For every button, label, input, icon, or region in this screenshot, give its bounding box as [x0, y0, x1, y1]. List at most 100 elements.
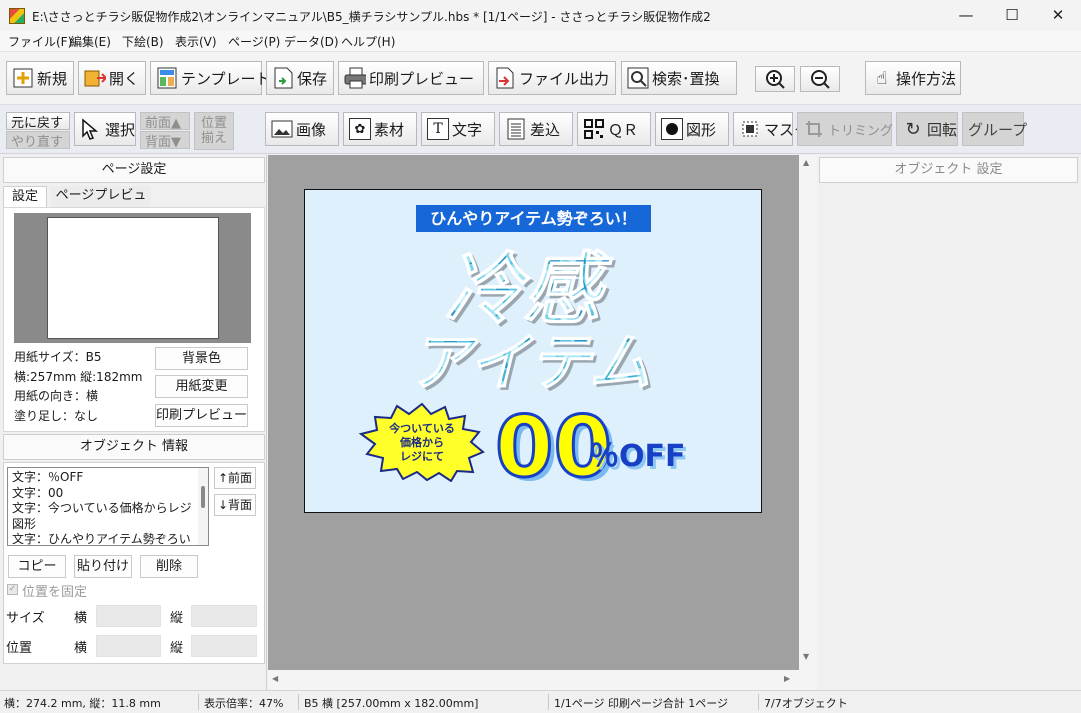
percent-off-text: ％OFF	[589, 439, 686, 474]
search-replace-button[interactable]: 検索･置換	[621, 61, 737, 95]
banner-text[interactable]: ひんやりアイテム勢ぞろい！	[416, 205, 651, 232]
material-label: 素材	[374, 120, 405, 139]
print-preview-button[interactable]: 印刷プレビュー	[338, 61, 484, 95]
object-back-button[interactable]: ↓背面	[214, 494, 256, 516]
hand-pointer-icon: ☝	[876, 67, 888, 89]
trim-button[interactable]: トリミング	[797, 112, 894, 146]
scroll-down-icon[interactable]: ▼	[803, 652, 809, 661]
menu-sketch[interactable]: 下絵(B)	[122, 33, 164, 50]
scroll-right-icon[interactable]: ▶	[784, 674, 790, 683]
object-list[interactable]: 文字：％OFF 文字：00 文字：今ついている価格からレジ 図形 文字：ひんやり…	[7, 467, 209, 546]
crop-icon	[803, 118, 825, 140]
redo-button[interactable]: やり直す	[6, 131, 70, 150]
paper-change-button[interactable]: 用紙変更	[155, 375, 248, 398]
horizontal-scrollbar[interactable]: ◀ ▶	[268, 670, 799, 690]
group-button[interactable]: グループ	[962, 112, 1027, 146]
pos-y-field[interactable]	[191, 635, 257, 657]
tab-settings[interactable]: 設定	[3, 186, 47, 208]
menu-edit[interactable]: 編集(E)	[70, 33, 111, 50]
burst-line-3: レジにて	[400, 450, 444, 463]
page-thumbnail-area	[14, 213, 251, 343]
discount-graphic[interactable]: 00 00 ％OFF ％OFF	[487, 400, 757, 490]
list-scroll-thumb[interactable]	[201, 486, 205, 508]
canvas-workspace[interactable]: ▲ ▼ ◀ ▶ ひんやりアイテム勢ぞろい！ 冷感 冷感 アイテム アイテム 今つ…	[268, 155, 817, 690]
app-icon	[9, 8, 25, 24]
tab-page-preview[interactable]: ページプレビュー	[51, 186, 151, 223]
copy-button[interactable]: コピー	[8, 555, 66, 578]
rotate-label: 回転	[927, 120, 958, 139]
list-item[interactable]: 図形	[12, 517, 196, 533]
menu-page[interactable]: ページ(P)	[228, 33, 280, 50]
new-icon	[12, 67, 34, 89]
zoom-in-icon	[764, 68, 786, 90]
menu-file[interactable]: ファイル(F)	[8, 33, 72, 50]
burst-text: 今ついている 価格から レジにて	[381, 422, 463, 464]
file-output-label: ファイル出力	[519, 69, 610, 88]
image-button[interactable]: 画像	[265, 112, 339, 146]
background-color-button[interactable]: 背景色	[155, 347, 248, 370]
object-front-button[interactable]: ↑前面	[214, 467, 256, 489]
pos-y-label: 縦	[170, 641, 184, 656]
lock-position-checkbox[interactable]: ✓	[7, 584, 18, 595]
zoom-out-button[interactable]	[800, 66, 840, 92]
menu-data[interactable]: データ(D)	[284, 33, 339, 50]
pos-x-field[interactable]	[96, 635, 161, 657]
headline-graphic[interactable]: 冷感 冷感 アイテム アイテム	[405, 238, 665, 395]
scroll-left-icon[interactable]: ◀	[272, 674, 278, 683]
mask-button[interactable]: マスク	[733, 112, 809, 146]
list-item[interactable]: 文字：％OFF	[12, 470, 196, 486]
size-height-field[interactable]	[191, 605, 257, 627]
image-icon	[271, 118, 293, 140]
list-item[interactable]: 文字：今ついている価格からレジ	[12, 501, 196, 517]
delete-button[interactable]: 削除	[140, 555, 198, 578]
send-back-button[interactable]: 背面▼	[140, 131, 190, 150]
flyer-page[interactable]: ひんやりアイテム勢ぞろい！ 冷感 冷感 アイテム アイテム 今ついている 価格か…	[304, 189, 762, 513]
status-pages: 1/1ページ 印刷ページ合計 1ページ	[554, 697, 729, 710]
minimize-button[interactable]: —	[943, 0, 989, 31]
close-button[interactable]: ✕	[1035, 0, 1081, 31]
select-label: 選択	[105, 120, 136, 139]
paste-button[interactable]: 貼り付け	[74, 555, 132, 578]
menu-view[interactable]: 表示(V)	[175, 33, 217, 50]
bring-front-button[interactable]: 前面▲	[140, 112, 190, 131]
new-button[interactable]: 新規	[6, 61, 74, 95]
scroll-up-icon[interactable]: ▲	[803, 158, 809, 167]
status-zoom: 表示倍率：47%	[204, 697, 284, 710]
qr-button[interactable]: ＱＲ	[577, 112, 651, 146]
orientation-text: 用紙の向き：横	[14, 389, 99, 403]
menu-help[interactable]: ヘルプ(H)	[341, 33, 395, 50]
text-label: 文字	[452, 120, 483, 139]
search-replace-icon	[627, 67, 649, 89]
zoom-in-button[interactable]	[755, 66, 795, 92]
list-item[interactable]: 文字：00	[12, 486, 196, 502]
title-bar: E:\ささっとチラシ販促物作成2\オンラインマニュアル\B5_横チラシサンプル.…	[0, 0, 1081, 31]
list-scrollbar[interactable]	[198, 468, 208, 545]
file-output-button[interactable]: ファイル出力	[488, 61, 616, 95]
object-info-header: オブジェクト 情報	[3, 434, 265, 460]
list-item[interactable]: 文字：ひんやりアイテム勢ぞろい	[12, 532, 196, 545]
merge-label: 差込	[530, 120, 561, 139]
size-width-field[interactable]	[96, 605, 161, 627]
trim-label: トリミング	[828, 123, 894, 139]
file-output-icon	[494, 67, 516, 89]
howto-button[interactable]: ☝ 操作方法	[865, 61, 961, 95]
template-button[interactable]: テンプレート	[150, 61, 271, 95]
rotate-button[interactable]: ↻ 回転	[896, 112, 958, 146]
shape-button[interactable]: 図形	[655, 112, 729, 146]
mask-icon	[739, 118, 761, 140]
merge-button[interactable]: 差込	[499, 112, 573, 146]
text-button[interactable]: T 文字	[421, 112, 495, 146]
select-button[interactable]: 選択	[74, 112, 136, 146]
undo-button[interactable]: 元に戻す	[6, 112, 70, 131]
material-button[interactable]: ✿ 素材	[343, 112, 417, 146]
object-toolbar: 元に戻す やり直す 選択 前面▲ 背面▼ 位置 揃え 画像 ✿ 素材 T 文字 …	[0, 104, 1081, 154]
vertical-scrollbar[interactable]: ▲ ▼	[799, 155, 817, 690]
align-button[interactable]: 位置 揃え	[194, 112, 234, 150]
save-button[interactable]: 保存	[266, 61, 334, 95]
maximize-button[interactable]: ☐	[989, 0, 1035, 31]
open-button[interactable]: 開く	[78, 61, 146, 95]
status-cursor-position: 横：274.2 mm, 縦：11.8 mm	[4, 697, 161, 710]
panel-print-preview-button[interactable]: 印刷プレビュー	[155, 404, 248, 427]
lock-position-label: 位置を固定	[22, 585, 88, 600]
select-arrow-icon	[80, 118, 102, 140]
